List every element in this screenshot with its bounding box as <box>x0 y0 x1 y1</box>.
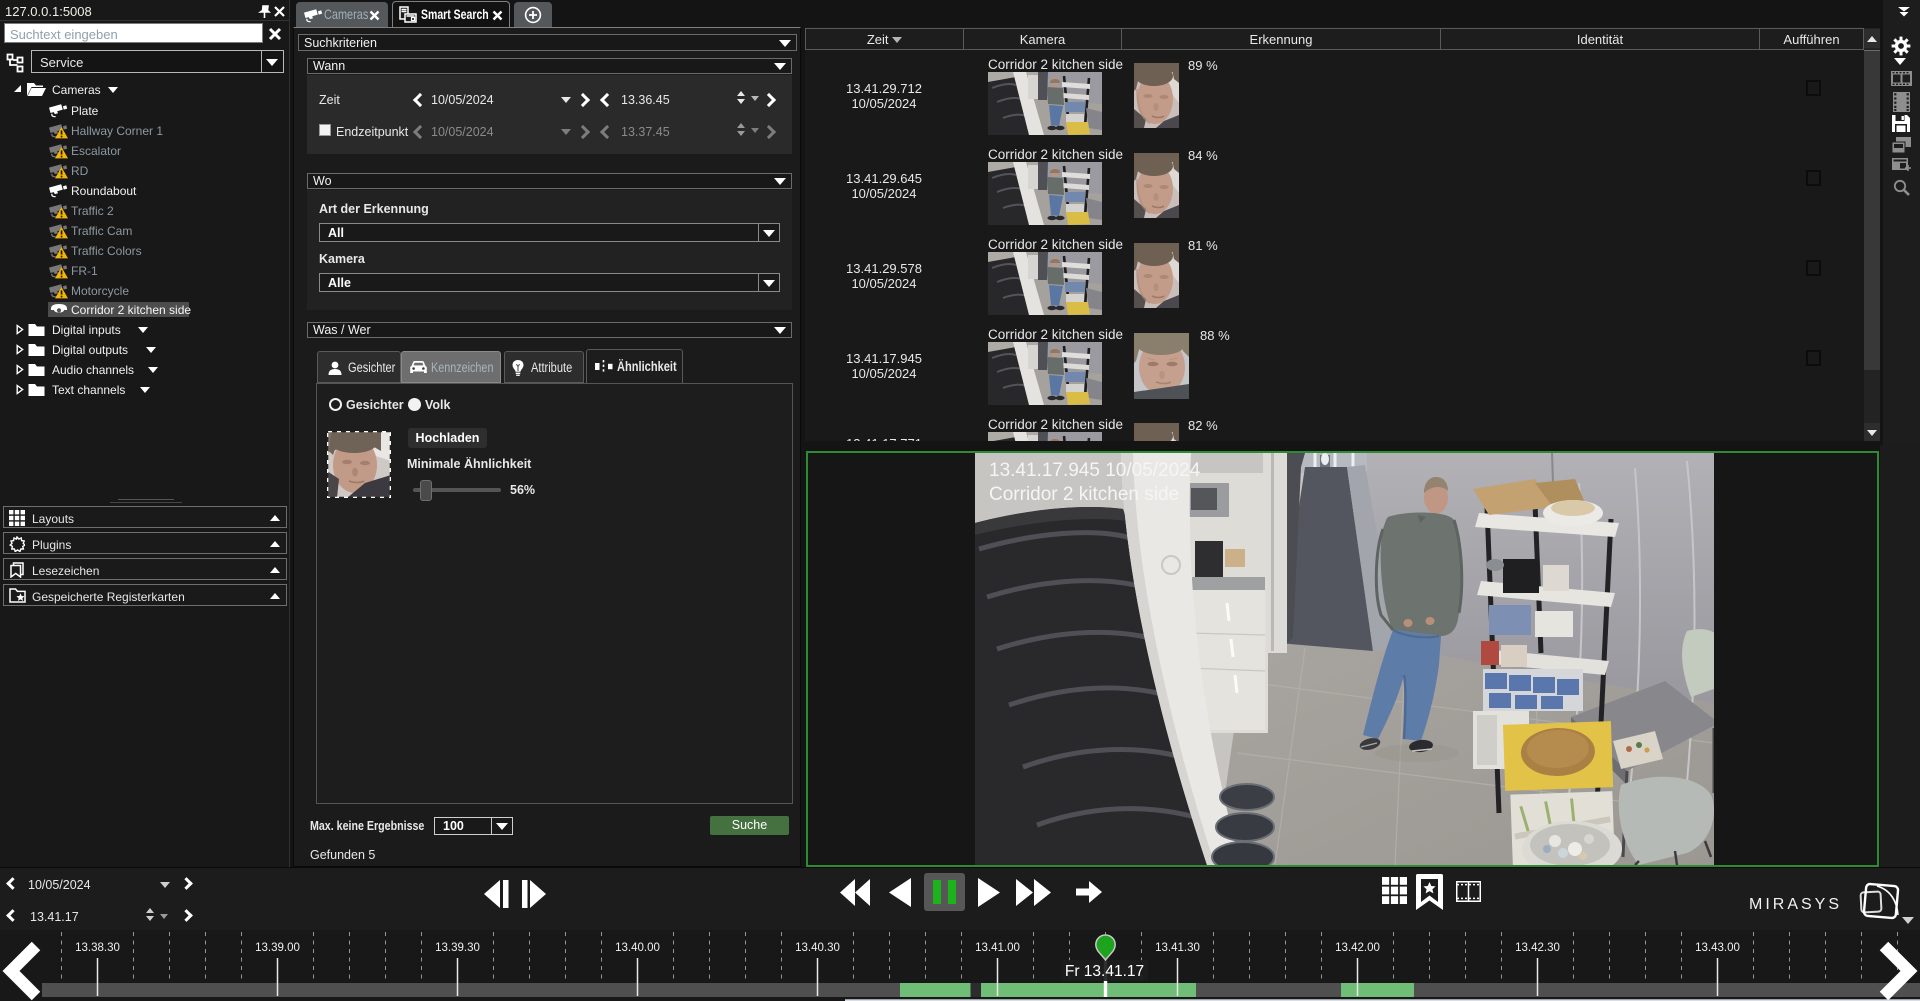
svg-text:13.40.00: 13.40.00 <box>615 942 660 954</box>
svg-text:13.42.00: 13.42.00 <box>1335 942 1380 954</box>
svg-text:13.43.00: 13.43.00 <box>1695 942 1740 954</box>
svg-text:13.42.30: 13.42.30 <box>1515 942 1560 954</box>
svg-text:13.41.17.945 10/05/2024: 13.41.17.945 10/05/2024 <box>989 460 1201 481</box>
svg-text:13.41.00: 13.41.00 <box>975 942 1020 954</box>
svg-text:Fr 13.41.17: Fr 13.41.17 <box>1065 963 1144 980</box>
svg-text:Corridor 2 kitchen side: Corridor 2 kitchen side <box>989 484 1179 505</box>
svg-text:13.40.30: 13.40.30 <box>795 942 840 954</box>
svg-text:13.41.30: 13.41.30 <box>1155 942 1200 954</box>
svg-text:13.38.30: 13.38.30 <box>75 942 120 954</box>
svg-text:13.39.00: 13.39.00 <box>255 942 300 954</box>
svg-text:13.39.30: 13.39.30 <box>435 942 480 954</box>
